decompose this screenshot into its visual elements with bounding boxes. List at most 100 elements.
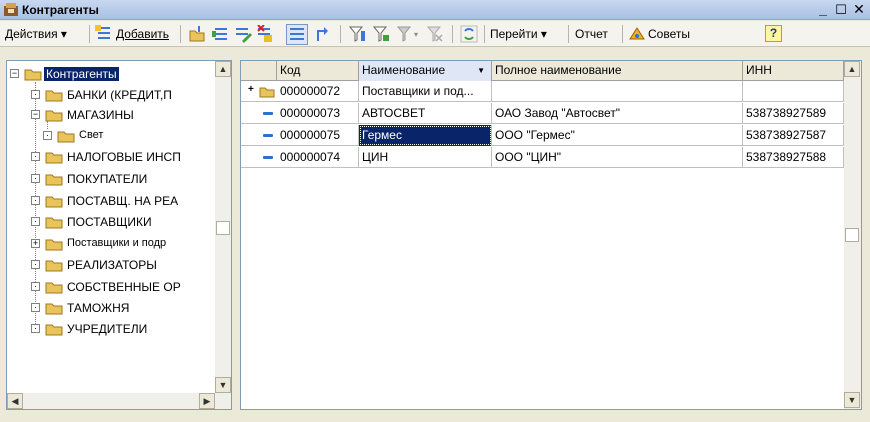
scroll-thumb[interactable] [845, 228, 859, 242]
cell-inn [743, 81, 844, 102]
expand-icon[interactable]: · [31, 90, 40, 99]
contractors-table[interactable]: Код Наименование ▼ Полное наименование И… [240, 60, 862, 410]
groups-tree[interactable]: − Контрагенты · БАНКИ (КРЕДИТ,П − МАГАЗИ… [6, 60, 232, 410]
item-marker-icon [263, 156, 273, 159]
tree-item-own-orgs[interactable]: · СОБСТВЕННЫЕ ОР [31, 278, 226, 296]
sort-desc-icon: ▼ [477, 66, 485, 75]
minimize-button[interactable]: _ [815, 1, 831, 18]
tree-item-customs[interactable]: · ТАМОЖНЯ [31, 299, 226, 317]
folder-icon [45, 239, 63, 251]
filter-icon[interactable] [348, 25, 366, 43]
cell-full-name: ООО "ЦИН" [492, 147, 743, 168]
expand-icon[interactable]: · [31, 217, 40, 226]
item-marker-icon [263, 134, 273, 137]
filter-history-dropdown-icon[interactable]: ▾ [414, 30, 418, 39]
clear-filter-icon[interactable] [426, 25, 444, 43]
report-button[interactable]: Отчет [575, 27, 608, 41]
folder-icon [45, 90, 63, 102]
tree-item-resellers[interactable]: · РЕАЛИЗАТОРЫ [31, 256, 226, 274]
table-vertical-scrollbar[interactable]: ▲ ▼ [844, 61, 861, 409]
scroll-down-icon[interactable]: ▼ [215, 377, 231, 393]
cell-inn: 538738927589 [743, 103, 844, 124]
expand-icon[interactable]: + [31, 239, 40, 248]
folder-icon [45, 282, 63, 294]
tree-item-consignment-suppliers[interactable]: · ПОСТАВЩ. НА РЕА [31, 192, 226, 210]
table-row[interactable]: + 000000072 Поставщики и под... [241, 81, 844, 102]
add-button[interactable]: Добавить [116, 27, 169, 41]
add-icon[interactable] [95, 25, 113, 43]
scroll-up-icon[interactable]: ▲ [215, 61, 231, 77]
tree-item-buyers[interactable]: · ПОКУПАТЕЛИ [31, 170, 226, 188]
scroll-down-icon[interactable]: ▼ [844, 392, 860, 408]
item-marker-icon [263, 112, 273, 115]
add-folder-icon[interactable] [188, 25, 206, 43]
tree-item-founders[interactable]: · УЧРЕДИТЕЛИ [31, 320, 226, 338]
tree-root[interactable]: − Контрагенты [10, 65, 210, 83]
folder-icon [45, 303, 63, 315]
header-full-name[interactable]: Полное наименование [492, 61, 743, 81]
collapse-icon[interactable]: − [31, 110, 40, 119]
toolbar-separator [180, 25, 181, 43]
edit-icon[interactable] [234, 25, 252, 43]
expand-icon[interactable]: · [31, 282, 40, 291]
help-button[interactable]: ? [765, 25, 782, 42]
actions-menu-button[interactable]: Действия ▾ [5, 27, 67, 41]
tree-item-suppliers-contractors[interactable]: + Поставщики и подр [31, 235, 226, 253]
collapse-icon[interactable]: − [10, 69, 19, 78]
scroll-thumb[interactable] [216, 221, 230, 235]
table-row[interactable]: 000000073 АВТОСВЕТ ОАО Завод "Автосвет" … [241, 103, 844, 124]
expand-icon[interactable]: · [31, 152, 40, 161]
scroll-up-icon[interactable]: ▲ [844, 61, 860, 77]
goto-menu-button[interactable]: Перейти ▾ [490, 27, 547, 41]
header-marker [241, 61, 277, 81]
cell-name-selected[interactable]: Гермес [359, 125, 492, 146]
folder-icon [45, 324, 63, 336]
tips-button[interactable]: Советы [648, 27, 690, 41]
tree-item-svet[interactable]: · Свет [43, 127, 223, 145]
maximize-button[interactable]: ☐ [833, 1, 849, 18]
scroll-left-icon[interactable]: ◀ [7, 393, 23, 409]
cell-full-name: ОАО Завод "Автосвет" [492, 103, 743, 124]
cell-name: Поставщики и под... [359, 81, 492, 102]
folder-icon [45, 110, 63, 122]
expand-icon[interactable]: · [31, 303, 40, 312]
expand-icon[interactable]: · [31, 174, 40, 183]
expand-icon[interactable]: · [31, 260, 40, 269]
cell-full-name: ООО "Гермес" [492, 125, 743, 146]
toolbar-separator [340, 25, 341, 43]
folder-icon [57, 131, 75, 143]
tree-item-stores[interactable]: − МАГАЗИНЫ [31, 106, 226, 124]
folder-icon [45, 217, 63, 229]
header-code[interactable]: Код [277, 61, 359, 81]
expand-icon[interactable]: · [31, 324, 40, 333]
header-name[interactable]: Наименование ▼ [359, 61, 492, 81]
table-row[interactable]: 000000074 ЦИН ООО "ЦИН" 538738927588 [241, 147, 844, 168]
toolbar-separator [484, 25, 485, 43]
cell-name: ЦИН [359, 147, 492, 168]
tree-item-suppliers[interactable]: · ПОСТАВЩИКИ [31, 213, 226, 231]
toolbar-separator [622, 25, 623, 43]
table-header: Код Наименование ▼ Полное наименование И… [241, 61, 844, 81]
copy-icon[interactable] [212, 25, 230, 43]
scroll-right-icon[interactable]: ▶ [199, 393, 215, 409]
toolbar: Действия ▾ Добавить ▾ Перейти ▾ Отчет Со… [0, 21, 870, 47]
tree-horizontal-scrollbar[interactable]: ◀ ▶ [7, 393, 231, 409]
delete-icon[interactable] [256, 25, 274, 43]
tips-icon[interactable] [628, 25, 646, 43]
table-row[interactable]: 000000075 Гермес ООО "Гермес" 5387389275… [241, 125, 844, 146]
toolbar-separator [568, 25, 569, 43]
level-up-icon[interactable] [314, 25, 332, 43]
close-button[interactable]: ✕ [851, 1, 867, 18]
folder-icon [45, 196, 63, 208]
refresh-icon[interactable] [460, 25, 478, 43]
folder-icon [45, 260, 63, 272]
expand-icon[interactable]: · [31, 196, 40, 205]
expand-icon[interactable]: · [43, 131, 52, 140]
header-inn[interactable]: ИНН [743, 61, 844, 81]
filter-by-value-icon[interactable] [372, 25, 390, 43]
tree-vertical-scrollbar[interactable]: ▲ ▼ [215, 61, 231, 393]
tree-item-banks[interactable]: · БАНКИ (КРЕДИТ,П [31, 86, 226, 104]
filter-history-icon[interactable] [396, 25, 414, 43]
tree-item-tax-offices[interactable]: · НАЛОГОВЫЕ ИНСП [31, 148, 226, 166]
hierarchy-icon [290, 28, 304, 40]
